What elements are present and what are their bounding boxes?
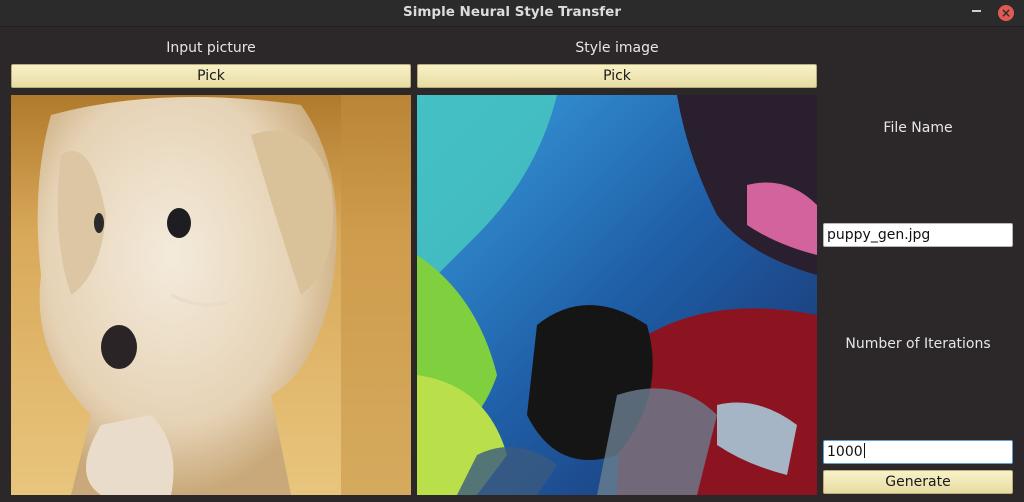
input-picture-label: Input picture (166, 40, 256, 56)
iterations-value: 1000 (827, 444, 863, 460)
style-image-label: Style image (575, 40, 659, 56)
input-picture-preview (11, 95, 411, 495)
pick-input-button[interactable]: Pick (11, 64, 411, 88)
abstract-painting-image (417, 95, 817, 495)
file-name-input[interactable]: puppy_gen.jpg (823, 223, 1013, 247)
minimize-icon[interactable] (972, 10, 981, 12)
close-icon[interactable]: × (998, 5, 1014, 21)
text-caret (863, 443, 865, 458)
puppy-image (11, 95, 411, 495)
style-image-preview (417, 95, 817, 495)
title-bar: Simple Neural Style Transfer × (0, 0, 1024, 27)
file-name-value: puppy_gen.jpg (827, 227, 931, 243)
file-name-label: File Name (883, 120, 953, 136)
window-title: Simple Neural Style Transfer (402, 4, 621, 20)
pick-style-button[interactable]: Pick (417, 64, 817, 88)
iterations-input[interactable]: 1000 (823, 440, 1013, 464)
generate-button[interactable]: Generate (823, 470, 1013, 494)
iterations-label: Number of Iterations (845, 336, 991, 352)
